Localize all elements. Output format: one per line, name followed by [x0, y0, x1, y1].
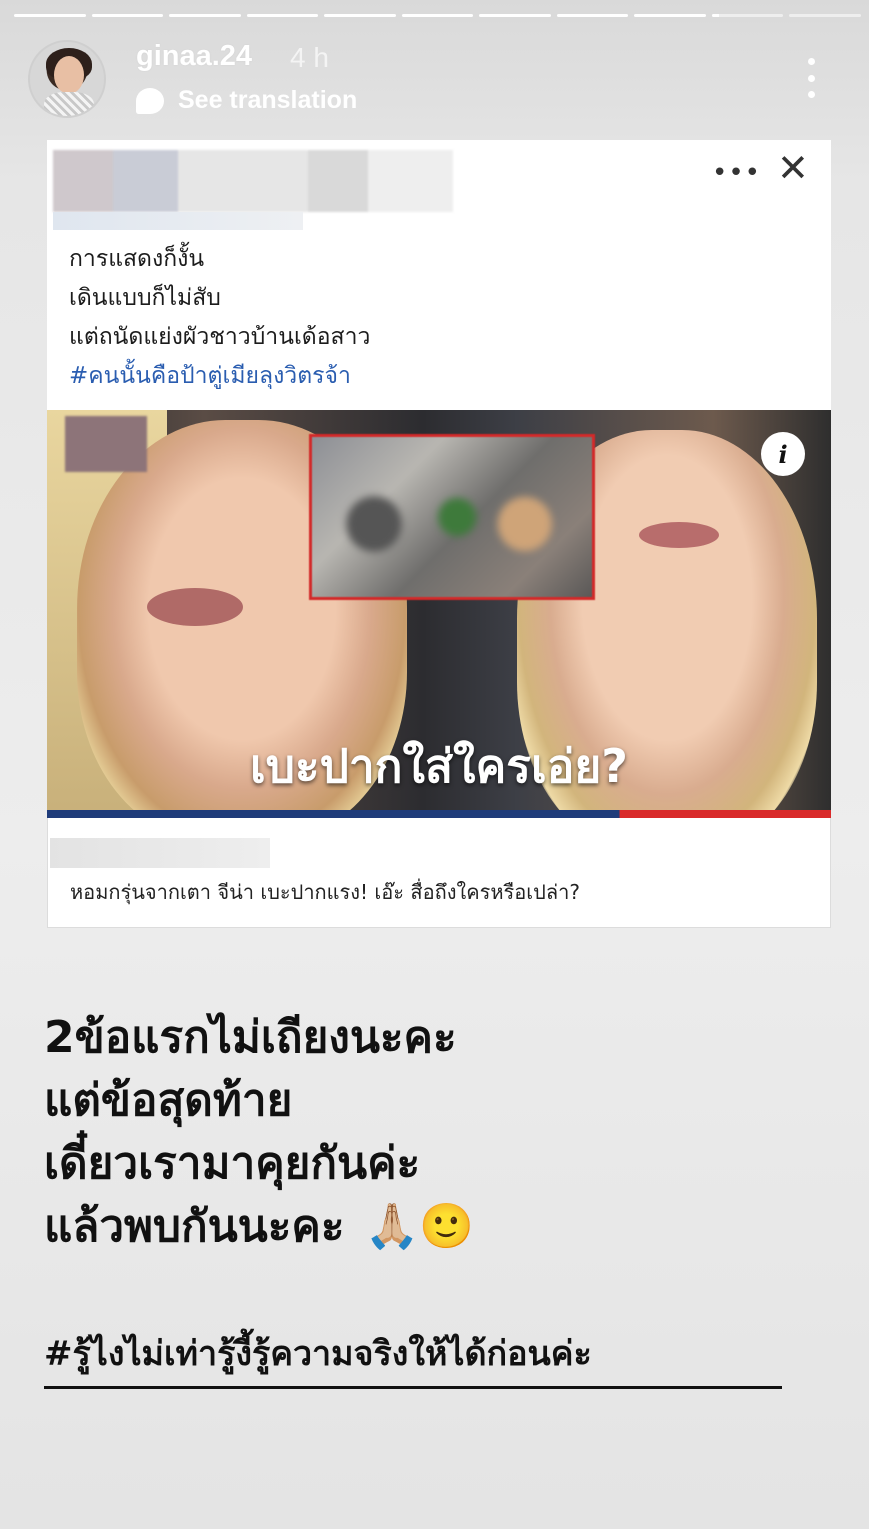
more-options-icon[interactable]	[800, 58, 822, 98]
progress-fill	[91, 14, 164, 17]
username[interactable]: ginaa.24	[136, 40, 252, 73]
image-overlay-text: เบะปากใส่ใครเอ่ย?	[250, 739, 628, 793]
progress-segment	[479, 14, 551, 17]
blurred-inset-photo	[309, 434, 595, 600]
emoji-pray-smile: 🙏🏼🙂	[364, 1201, 475, 1252]
lips-left	[147, 588, 243, 626]
shared-post-screenshot: ••• ✕ การแสดงก็งั้น เดินแบบก็ไม่สับ แต่ถ…	[47, 140, 831, 928]
color-strip	[47, 810, 831, 818]
progress-segment	[401, 14, 474, 17]
progress-segment	[634, 14, 706, 17]
progress-segment	[556, 14, 629, 17]
time-ago: 4 h	[290, 42, 329, 73]
progress-segment	[789, 14, 862, 17]
progress-segment	[91, 14, 164, 17]
progress-segment	[711, 14, 784, 17]
progress-segment	[246, 14, 319, 17]
avatar[interactable]	[28, 40, 106, 118]
caption-line: การแสดงก็งั้น	[69, 246, 205, 272]
caption-line: แต่ถนัดแย่งผัวชาวบ้านเด้อสาว	[69, 324, 371, 350]
progress-fill	[711, 14, 720, 17]
progress-fill	[634, 14, 706, 17]
story-text-line: 2ข้อแรกไม่เถียงนะคะ	[44, 1012, 457, 1063]
post-caption: การแสดงก็งั้น เดินแบบก็ไม่สับ แต่ถนัดแย่…	[69, 240, 370, 396]
close-icon: ✕	[777, 146, 809, 190]
story-text-line: แล้วพบกันนะคะ	[44, 1201, 345, 1252]
progress-fill	[479, 14, 551, 17]
post-image: i เบะปากใส่ใครเอ่ย?	[47, 410, 831, 818]
caption-hashtag: #คนนั้นคือป้าตู่เมียลุงวิตรจ้า	[69, 363, 351, 389]
blurred-logo	[65, 416, 147, 472]
avatar-face	[54, 56, 84, 94]
translate-bubble-icon	[136, 87, 164, 114]
progress-fill	[401, 14, 474, 17]
progress-segment	[14, 14, 86, 17]
info-icon: i	[761, 432, 805, 476]
story-hashtag[interactable]: #รู้ไงไม่เท่ารู้งี้รู้ความจริงให้ได้ก่อน…	[44, 1326, 782, 1389]
story-progress-bar	[14, 14, 862, 18]
progress-fill	[14, 14, 86, 17]
progress-fill	[169, 14, 241, 17]
blurred-post-meta	[53, 212, 303, 230]
more-horizontal-icon: •••	[712, 158, 762, 188]
story-text: 2ข้อแรกไม่เถียงนะคะ แต่ข้อสุดท้าย เดี๋ยว…	[44, 1006, 474, 1258]
progress-fill	[246, 14, 319, 17]
see-translation-label: See translation	[178, 86, 358, 114]
link-title: หอมกรุ่นจากเตา จีน่า เบะปากแรง! เอ๊ะ สื่…	[70, 880, 580, 904]
blurred-page-name	[53, 150, 453, 212]
story-text-line: เดี๋ยวเรามาคุยกันค่ะ	[44, 1138, 421, 1189]
caption-line: เดินแบบก็ไม่สับ	[69, 285, 221, 311]
link-preview: หอมกรุ่นจากเตา จีน่า เบะปากแรง! เอ๊ะ สื่…	[47, 818, 831, 928]
lips-right	[639, 522, 719, 548]
progress-segment	[324, 14, 396, 17]
progress-fill	[324, 14, 396, 17]
story-text-line-last: แล้วพบกันนะคะ 🙏🏼🙂	[44, 1195, 474, 1258]
blurred-source	[50, 838, 270, 868]
progress-fill	[556, 14, 629, 17]
progress-segment	[169, 14, 241, 17]
story-text-line: แต่ข้อสุดท้าย	[44, 1075, 293, 1126]
see-translation-button[interactable]: See translation	[136, 86, 357, 115]
avatar-necklace	[44, 92, 94, 116]
